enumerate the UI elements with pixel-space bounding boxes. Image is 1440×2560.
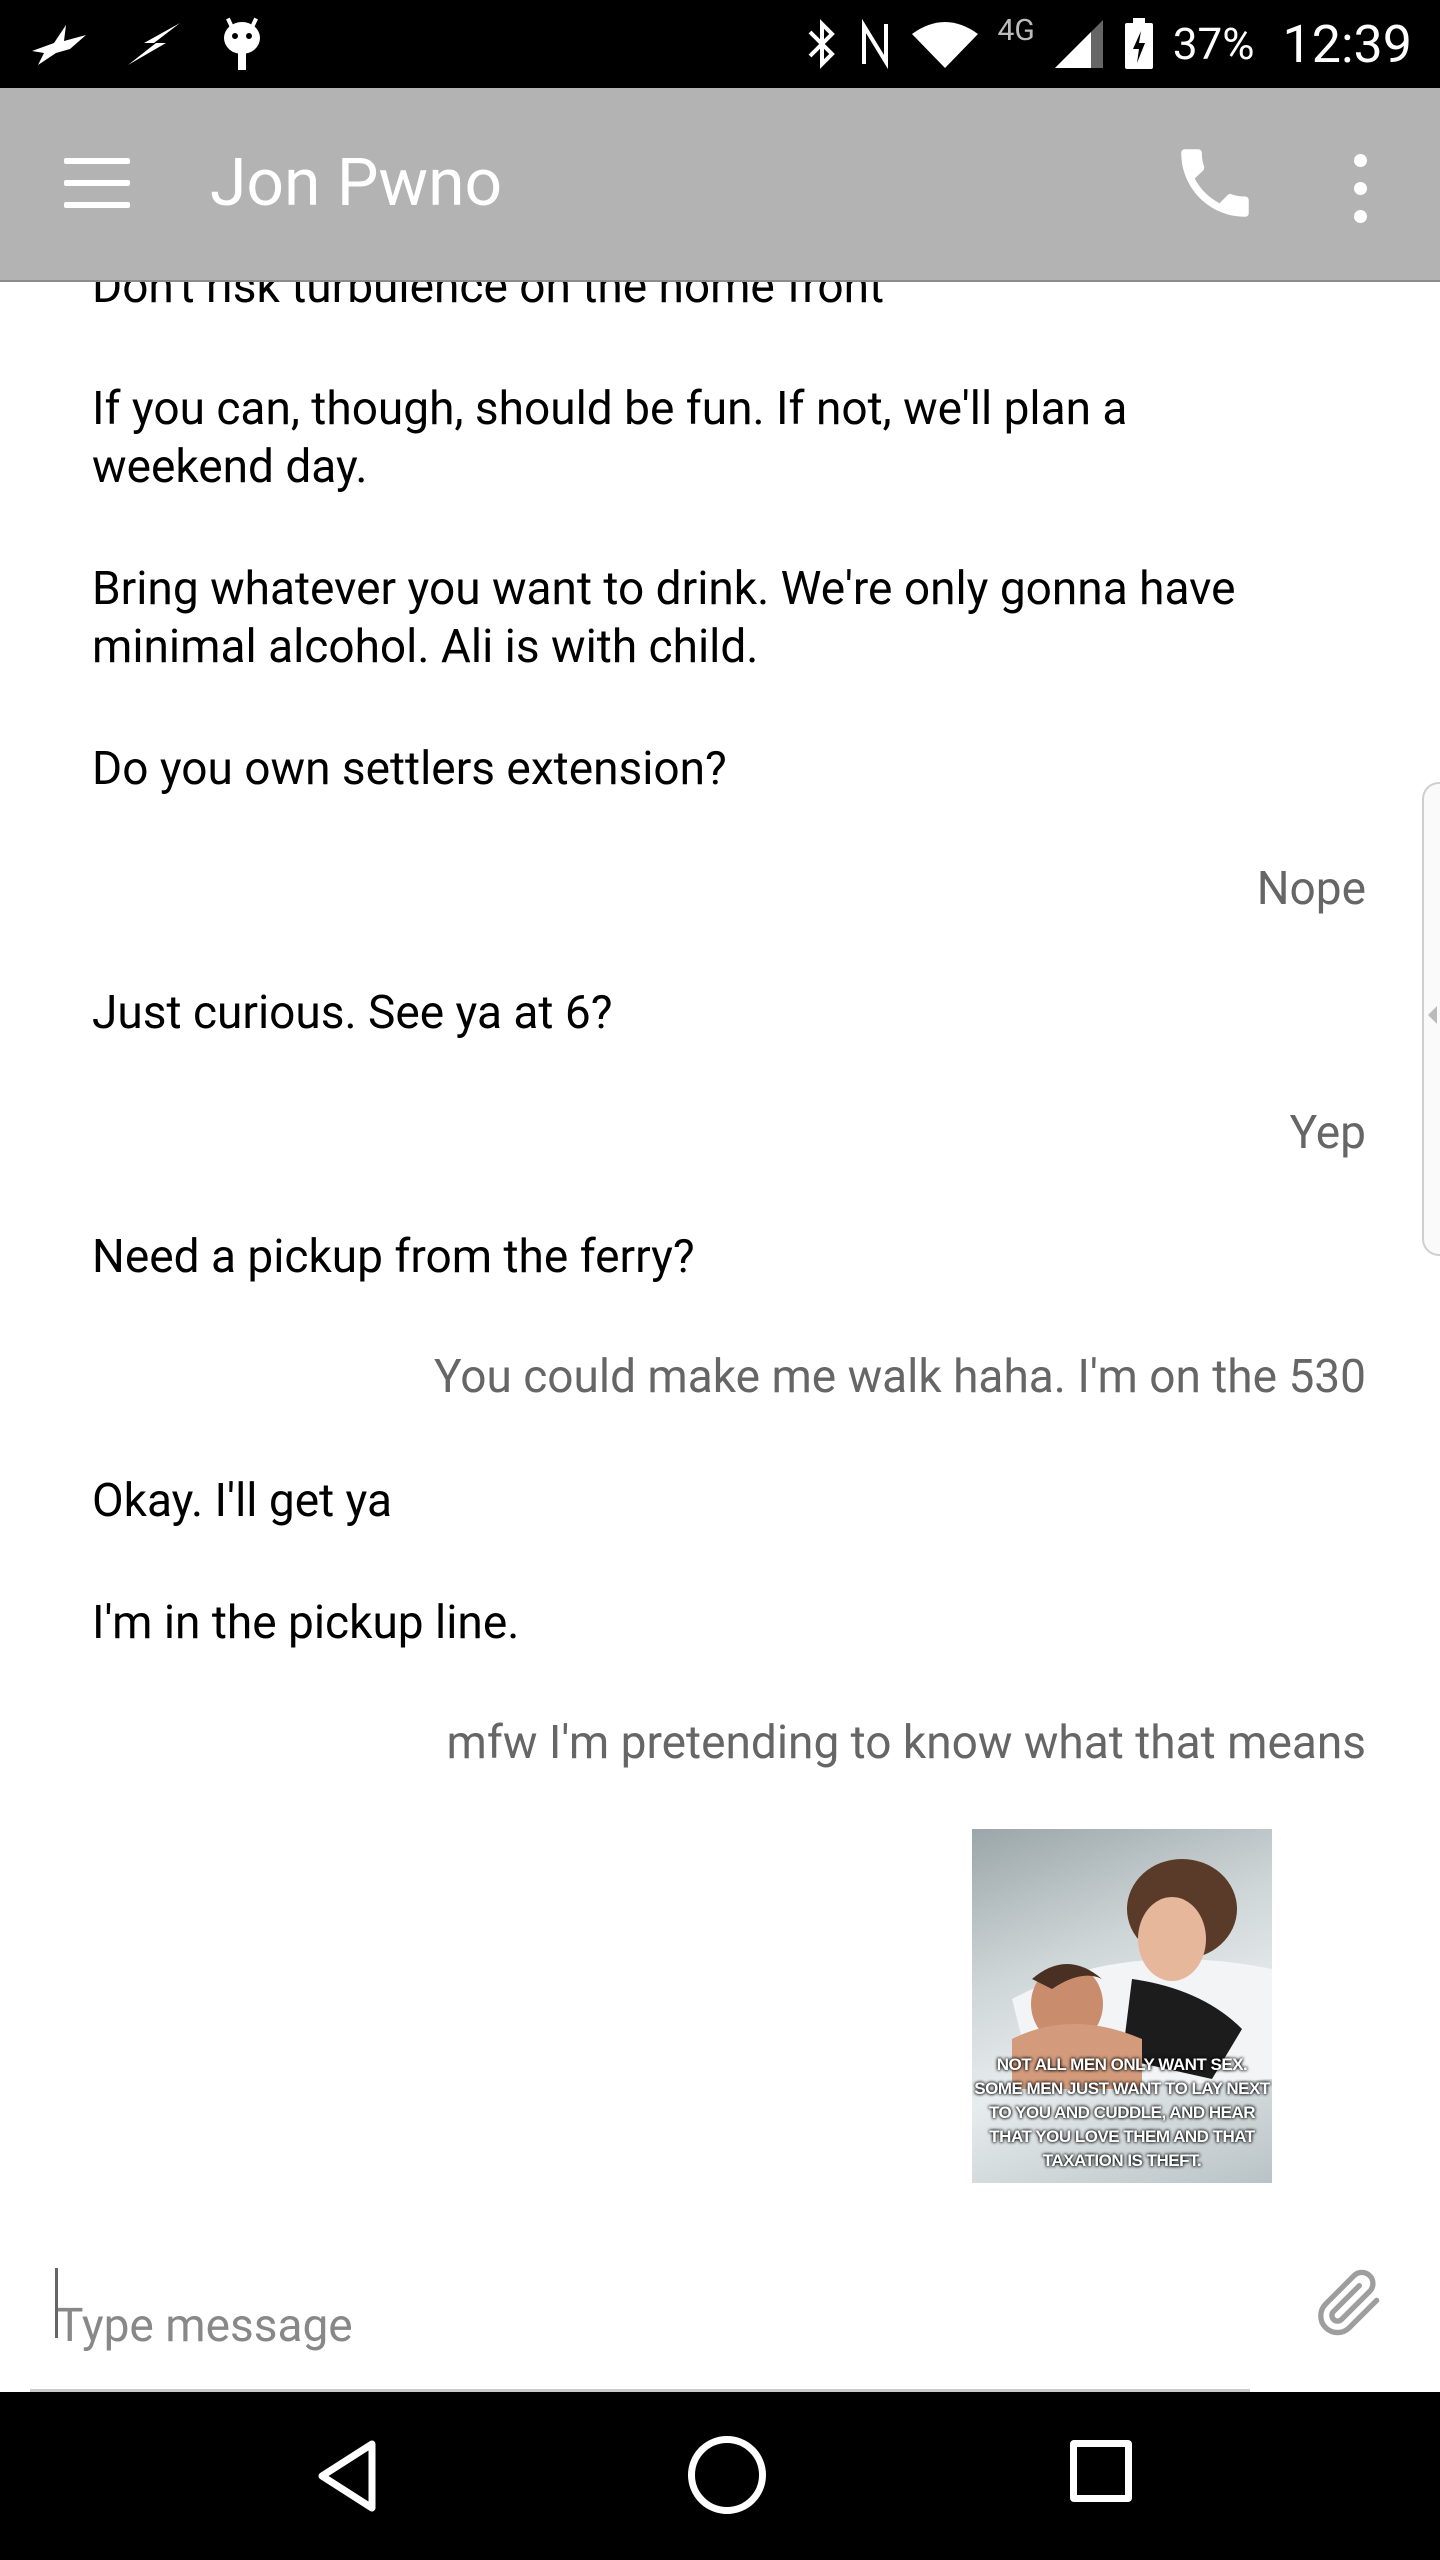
message-list[interactable]: Don't risk turbulence on the home front … xyxy=(0,282,1440,2212)
phone-icon[interactable] xyxy=(1170,138,1260,228)
more-vert-icon[interactable] xyxy=(1330,144,1390,234)
clock: 12:39 xyxy=(1282,13,1413,75)
wifi-icon xyxy=(911,22,978,68)
side-drawer-handle[interactable] xyxy=(1422,782,1440,1256)
chevron-left-icon xyxy=(1428,1006,1437,1024)
network-type: 4G xyxy=(997,12,1035,48)
recents-icon[interactable] xyxy=(1070,2440,1132,2502)
message-input[interactable] xyxy=(30,2262,1250,2392)
message-outgoing: mfw I'm pretending to know what that mea… xyxy=(446,1716,1366,1770)
message-outgoing: Nope xyxy=(1256,862,1366,916)
message-incoming: Don't risk turbulence on the home front xyxy=(92,282,885,314)
menu-icon[interactable] xyxy=(52,152,142,218)
lightning-icon xyxy=(128,23,180,65)
text-cursor xyxy=(55,2268,58,2338)
message-outgoing: You could make me walk haha. I'm on the … xyxy=(434,1350,1366,1404)
message-incoming: Need a pickup from the ferry? xyxy=(92,1230,695,1284)
message-incoming: Do you own settlers extension? xyxy=(92,742,727,796)
bird-icon xyxy=(32,25,86,65)
home-icon[interactable] xyxy=(688,2436,766,2514)
bluetooth-icon xyxy=(808,19,835,69)
message-incoming: Bring whatever you want to drink. We're … xyxy=(92,562,1236,674)
meme-caption: NOT ALL MEN ONLY WANT SEX. SOME MEN JUST… xyxy=(974,2055,1270,2170)
battery-percent: 37% xyxy=(1172,18,1255,70)
conversation-title: Jon Pwno xyxy=(210,145,503,222)
back-icon[interactable] xyxy=(312,2436,382,2516)
compose-bar xyxy=(0,2212,1440,2392)
nfc-icon xyxy=(861,18,888,70)
message-incoming: Just curious. See ya at 6? xyxy=(92,986,613,1040)
message-outgoing: Yep xyxy=(1289,1106,1366,1160)
battery-icon xyxy=(1124,18,1153,69)
message-incoming: If you can, though, should be fun. If no… xyxy=(92,382,1128,494)
signal-icon xyxy=(1054,20,1103,68)
app-bar: Jon Pwno xyxy=(0,88,1440,282)
paperclip-icon[interactable] xyxy=(1310,2262,1390,2342)
android-icon xyxy=(224,17,260,70)
message-incoming: Okay. I'll get ya xyxy=(92,1474,393,1528)
status-bar: 4G 37% 12:39 xyxy=(0,0,1440,88)
image-message[interactable]: NOT ALL MEN ONLY WANT SEX. SOME MEN JUST… xyxy=(972,1829,1272,2183)
message-incoming: I'm in the pickup line. xyxy=(92,1596,520,1650)
navigation-bar xyxy=(0,2392,1440,2560)
